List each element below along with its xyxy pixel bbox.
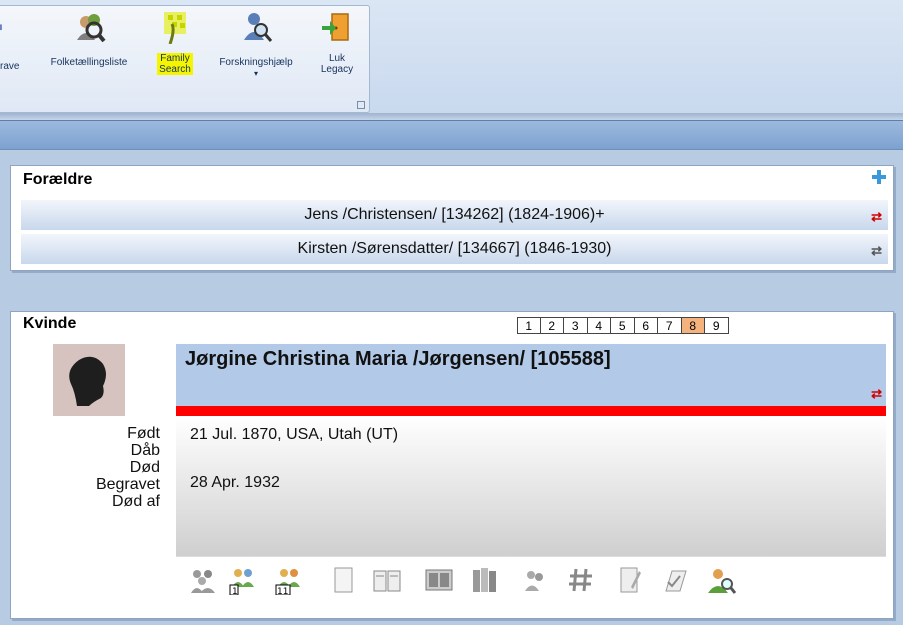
died-value[interactable]: 28 Apr. 1932 (190, 474, 280, 492)
page-3[interactable]: 3 (564, 317, 588, 334)
ribbon-label-grave: rave (0, 61, 20, 72)
person-sex-title: Kvinde (23, 315, 77, 332)
ribbon-button-census[interactable]: Folketællingsliste (30, 10, 148, 68)
page-4[interactable]: 4 (587, 317, 611, 334)
svg-text:1: 1 (232, 587, 238, 595)
ribbon-label-census: Folketællingsliste (50, 57, 128, 68)
ribbon-button-familysearch[interactable]: Family Search (150, 10, 200, 75)
born-value[interactable]: 21 Jul. 1870, USA, Utah (UT) (190, 426, 398, 444)
page-9[interactable]: 9 (705, 317, 729, 334)
parent-row-mother[interactable]: Kirsten /Sørensdatter/ [134667] (1846-19… (21, 234, 888, 264)
person-icon-bar: 1 11 (176, 556, 886, 608)
svg-text:11: 11 (277, 587, 288, 595)
hashtag-icon[interactable] (566, 565, 596, 595)
gender-bar (176, 406, 886, 416)
page-7[interactable]: 7 (658, 317, 682, 334)
label-buried: Begravet (95, 476, 160, 493)
todo-icon[interactable] (660, 565, 690, 595)
pictures-icon[interactable] (424, 565, 454, 595)
ribbon-label-familysearch-2: Search (159, 64, 191, 75)
ribbon-group-tools: rave Folketællingsliste Family Search Fo… (0, 5, 370, 113)
toolbar-strip (0, 120, 903, 150)
parent-mother-text: Kirsten /Sørensdatter/ [134667] (1846-19… (297, 240, 612, 257)
person-name-bar[interactable]: Jørgine Christina Maria /Jørgensen/ [105… (176, 344, 886, 406)
event-labels: Født Dåb Død Begravet Død af (60, 425, 160, 510)
ribbon-button-close-legacy[interactable]: Luk Legacy (312, 10, 362, 75)
exit-door-icon (322, 13, 349, 41)
parent-row-father[interactable]: Jens /Christensen/ [134262] (1824-1906)+… (21, 200, 888, 230)
label-born: Født (127, 425, 160, 442)
swap-icon[interactable]: ⇄ (871, 243, 882, 259)
ribbon-label-close-2: Legacy (320, 64, 354, 75)
associations-icon[interactable] (520, 565, 550, 595)
page-1[interactable]: 1 (517, 317, 541, 334)
parents-panel: Forældre Jens /Christensen/ [134262] (18… (10, 165, 894, 271)
family-group-icon[interactable] (188, 565, 218, 595)
research-help-icon (244, 13, 273, 42)
label-christened: Dåb (130, 442, 160, 459)
page-8[interactable]: 8 (681, 317, 705, 334)
swap-icon[interactable]: ⇄ (871, 209, 882, 225)
label-died: Død (129, 459, 160, 476)
sources-icon[interactable] (372, 565, 402, 595)
parents-title: Forældre (23, 171, 93, 188)
swap-icon[interactable]: ⇄ (871, 386, 882, 402)
ribbon-divider (0, 113, 903, 120)
familysearch-tree-icon (164, 12, 186, 44)
ribbon-button-research-help[interactable]: Forskningshjælp ▾ (200, 10, 312, 79)
add-parents-icon[interactable] (871, 169, 887, 185)
parent-father-text: Jens /Christensen/ [134262] (1824-1906)+ (304, 206, 605, 223)
spouse-pager: 1 2 3 4 5 6 7 8 9 (517, 317, 729, 334)
group-launcher-button[interactable] (357, 101, 365, 109)
ribbon-label-close-1: Luk (328, 53, 346, 64)
page-2[interactable]: 2 (540, 317, 564, 334)
parents-1-icon[interactable]: 1 (228, 565, 258, 595)
page-5[interactable]: 5 (611, 317, 635, 334)
parents-11-icon[interactable]: 11 (274, 565, 304, 595)
census-search-icon (77, 14, 106, 43)
books-icon[interactable] (470, 565, 500, 595)
document-icon[interactable] (614, 565, 644, 595)
avatar[interactable] (53, 344, 125, 416)
ribbon-label-familysearch-1: Family (160, 53, 190, 64)
ribbon: rave Folketællingsliste Family Search Fo… (0, 0, 903, 120)
label-cause: Død af (111, 493, 160, 510)
page-6[interactable]: 6 (634, 317, 658, 334)
person-name: Jørgine Christina Maria /Jørgensen/ [105… (185, 348, 611, 370)
notes-icon[interactable] (328, 565, 358, 595)
chevron-down-icon: ▾ (253, 69, 258, 78)
ribbon-button-grave[interactable]: rave (0, 10, 28, 72)
research-icon[interactable] (706, 565, 736, 595)
female-silhouette-icon (69, 356, 106, 406)
ribbon-label-research-help: Forskningshjælp (219, 57, 293, 68)
grave-icon (0, 24, 2, 31)
familysearch-highlight: Family Search (157, 53, 193, 75)
